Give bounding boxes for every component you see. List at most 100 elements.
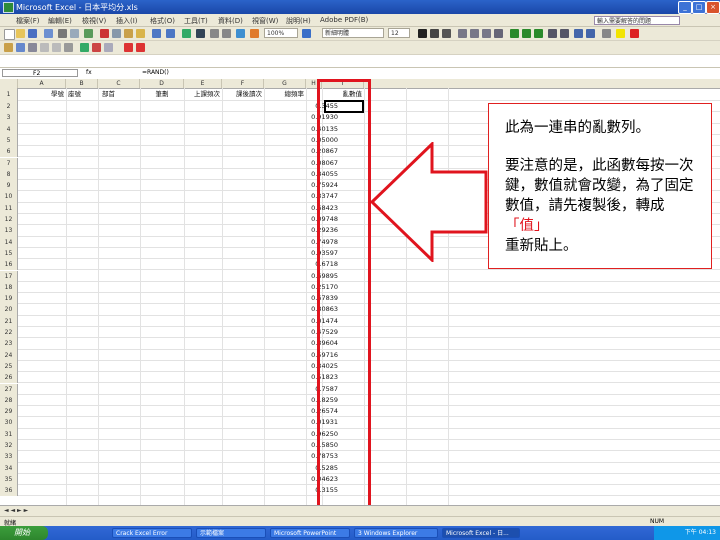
table-cell[interactable] — [66, 327, 98, 338]
table-cell[interactable] — [184, 180, 222, 191]
menu-file[interactable]: 檔案(F) — [16, 16, 40, 26]
track-icon[interactable] — [28, 43, 37, 52]
table-cell[interactable] — [66, 282, 98, 293]
table-cell[interactable] — [222, 350, 264, 361]
taskbar-item[interactable]: 示範檔案 — [196, 528, 266, 538]
table-cell[interactable] — [184, 372, 222, 383]
table-cell[interactable] — [222, 259, 264, 270]
row-header[interactable]: 6 — [0, 146, 18, 158]
zoom-select[interactable]: 100% — [264, 28, 298, 38]
row-header[interactable]: 35 — [0, 473, 18, 486]
table-cell[interactable] — [66, 237, 98, 248]
table-cell[interactable] — [222, 451, 264, 462]
print-icon[interactable] — [58, 29, 67, 38]
table-cell[interactable] — [264, 361, 306, 372]
table-cell[interactable] — [18, 429, 66, 440]
table-cell[interactable] — [66, 417, 98, 428]
table-cell[interactable] — [184, 282, 222, 293]
row-header[interactable]: 11 — [0, 202, 18, 214]
copy-icon[interactable] — [112, 29, 121, 38]
table-cell[interactable] — [18, 225, 66, 236]
table-cell[interactable] — [264, 327, 306, 338]
row-header[interactable]: 26 — [0, 372, 18, 384]
table-cell[interactable] — [18, 395, 66, 406]
row-header[interactable]: 32 — [0, 440, 18, 452]
menu-window[interactable]: 視窗(W) — [252, 16, 278, 26]
table-cell[interactable] — [18, 282, 66, 293]
col-header-a[interactable]: A — [18, 79, 66, 88]
table-cell[interactable] — [184, 485, 222, 496]
table-cell[interactable] — [264, 293, 306, 304]
table-cell[interactable] — [98, 474, 140, 485]
table-cell[interactable] — [184, 395, 222, 406]
font-size-select[interactable]: 12 — [388, 28, 410, 38]
table-cell[interactable] — [98, 429, 140, 440]
start-button[interactable]: 開始 — [0, 526, 48, 540]
table-cell[interactable] — [98, 304, 140, 315]
reply-icon[interactable] — [104, 43, 113, 52]
table-cell[interactable] — [140, 225, 184, 236]
hyperlink-icon[interactable] — [182, 29, 191, 38]
table-cell[interactable] — [140, 146, 184, 157]
table-cell[interactable] — [140, 135, 184, 146]
table-cell[interactable] — [222, 440, 264, 451]
table-cell[interactable] — [140, 259, 184, 270]
table-cell[interactable] — [264, 406, 306, 417]
table-cell[interactable] — [184, 248, 222, 259]
table-cell[interactable] — [264, 225, 306, 236]
col-header-c[interactable]: C — [98, 79, 140, 88]
table-cell[interactable] — [98, 282, 140, 293]
table-cell[interactable] — [222, 463, 264, 474]
header-cell[interactable]: 座號 — [66, 88, 98, 101]
table-cell[interactable] — [140, 293, 184, 304]
table-cell[interactable] — [98, 451, 140, 462]
table-cell[interactable] — [264, 485, 306, 496]
table-cell[interactable] — [66, 384, 98, 395]
table-cell[interactable] — [18, 463, 66, 474]
row-header[interactable]: 33 — [0, 451, 18, 463]
table-cell[interactable] — [98, 372, 140, 383]
table-cell[interactable] — [264, 429, 306, 440]
table-cell[interactable] — [18, 293, 66, 304]
table-cell[interactable] — [98, 191, 140, 202]
header-cell[interactable]: 課後讀次 — [222, 88, 264, 101]
table-cell[interactable] — [98, 417, 140, 428]
taskbar-item[interactable]: Crack Excel Error — [112, 528, 192, 538]
chart-wizard-icon[interactable] — [236, 29, 245, 38]
table-cell[interactable] — [222, 429, 264, 440]
table-cell[interactable] — [222, 101, 264, 112]
table-cell[interactable] — [140, 474, 184, 485]
table-cell[interactable] — [184, 327, 222, 338]
table-cell[interactable] — [140, 191, 184, 202]
table-cell[interactable] — [184, 214, 222, 225]
table-cell[interactable] — [184, 350, 222, 361]
table-cell[interactable] — [222, 214, 264, 225]
row-header[interactable]: 20 — [0, 304, 18, 316]
table-cell[interactable] — [18, 203, 66, 214]
row-header[interactable]: 18 — [0, 281, 18, 294]
row-header[interactable]: 7 — [0, 157, 18, 169]
table-cell[interactable] — [98, 214, 140, 225]
table-cell[interactable] — [66, 135, 98, 146]
table-cell[interactable] — [66, 124, 98, 135]
table-cell[interactable] — [98, 406, 140, 417]
table-cell[interactable] — [184, 429, 222, 440]
table-cell[interactable] — [18, 417, 66, 428]
table-cell[interactable] — [264, 146, 306, 157]
table-cell[interactable] — [140, 372, 184, 383]
table-cell[interactable] — [184, 101, 222, 112]
table-cell[interactable] — [98, 463, 140, 474]
table-cell[interactable] — [222, 180, 264, 191]
table-cell[interactable] — [264, 395, 306, 406]
row-header[interactable]: 17 — [0, 270, 18, 282]
table-cell[interactable] — [264, 304, 306, 315]
table-cell[interactable] — [66, 158, 98, 169]
menu-insert[interactable]: 插入(I) — [116, 16, 138, 26]
table-cell[interactable] — [18, 169, 66, 180]
pdf-mail-icon[interactable] — [136, 43, 145, 52]
table-cell[interactable] — [98, 203, 140, 214]
table-cell[interactable] — [184, 135, 222, 146]
taskbar-item[interactable]: 3 Windows Explorer — [354, 528, 438, 538]
table-cell[interactable] — [140, 271, 184, 282]
table-cell[interactable] — [140, 282, 184, 293]
